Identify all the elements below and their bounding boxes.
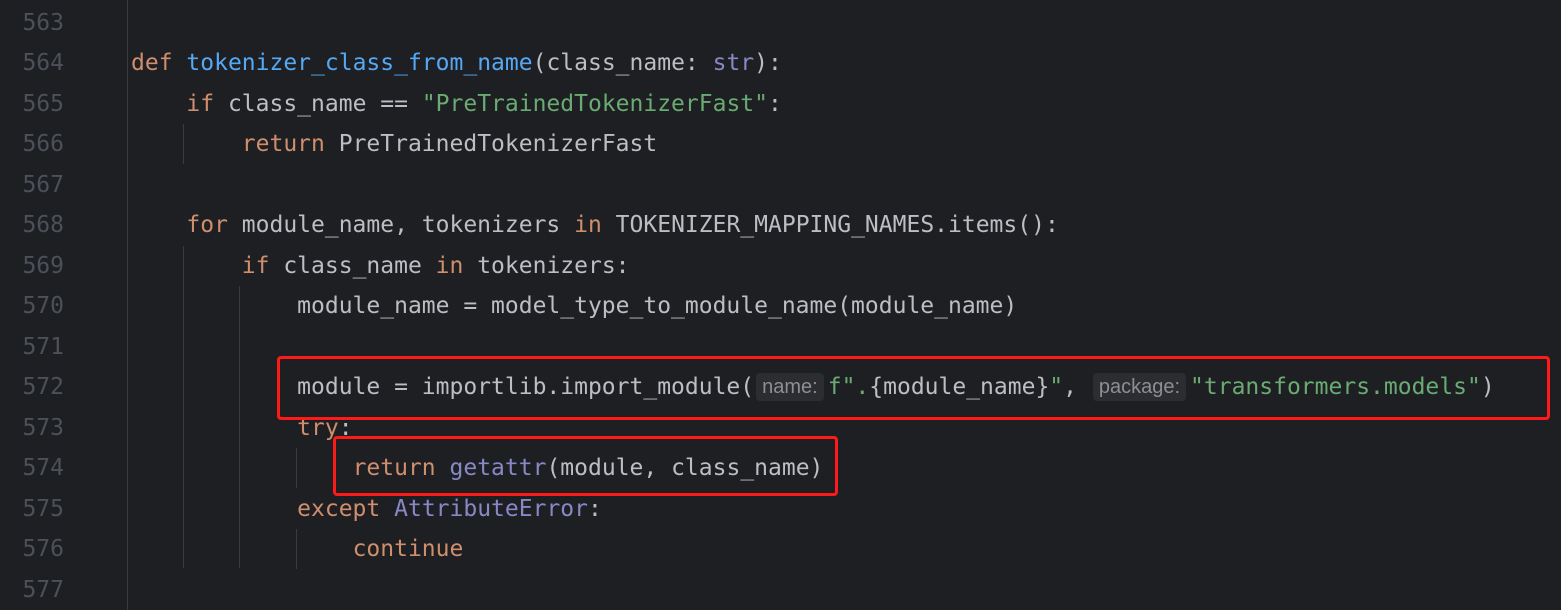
code-line[interactable]: if class_name in tokenizers:: [131, 246, 630, 286]
code-line[interactable]: return PreTrainedTokenizerFast: [131, 124, 657, 164]
line-number: 571: [22, 334, 64, 360]
code-line[interactable]: for module_name, tokenizers in TOKENIZER…: [131, 205, 1058, 245]
line-number: 568: [22, 212, 64, 238]
highlight-box-import-module: [277, 356, 1550, 420]
highlight-box-return-getattr: [333, 436, 838, 496]
line-number: 563: [22, 10, 64, 36]
line-number: 567: [22, 172, 64, 198]
line-number: 575: [22, 496, 64, 522]
gutter-divider: [127, 0, 128, 610]
line-number: 576: [22, 536, 64, 562]
code-line[interactable]: module_name = model_type_to_module_name(…: [131, 286, 1017, 326]
line-number: 566: [22, 131, 64, 157]
code-line[interactable]: if class_name == "PreTrainedTokenizerFas…: [131, 84, 781, 124]
line-number: 577: [22, 577, 64, 603]
line-number: 564: [22, 50, 64, 76]
line-number: 565: [22, 91, 64, 117]
line-number: 574: [22, 455, 64, 481]
code-line[interactable]: def tokenizer_class_from_name(class_name…: [131, 43, 782, 83]
line-number: 572: [22, 374, 64, 400]
line-number: 573: [22, 415, 64, 441]
line-number-gutter: 563 564 565 566 567 568 569 570 571 572 …: [0, 0, 128, 610]
code-editor[interactable]: 563 564 565 566 567 568 569 570 571 572 …: [0, 0, 1561, 610]
line-number: 570: [22, 293, 64, 319]
line-number: 569: [22, 253, 64, 279]
code-line[interactable]: continue: [131, 529, 464, 569]
